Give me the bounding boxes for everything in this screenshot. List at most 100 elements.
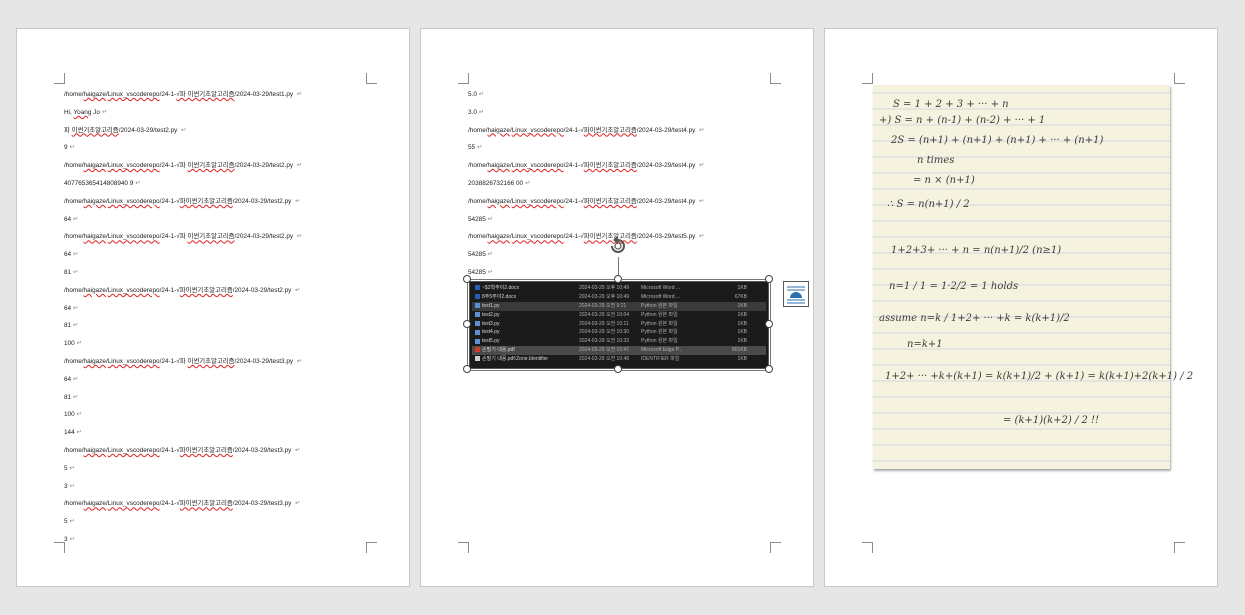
file-row: 손필기 내용.pdf:Zone.Identifier 2024-03-29 오전 … xyxy=(472,355,766,364)
word-file-icon xyxy=(475,294,480,300)
text-line[interactable]: 64 ↵ xyxy=(64,300,379,318)
text-run: /24-1-√ xyxy=(159,286,180,294)
layout-options-button[interactable] xyxy=(783,281,809,307)
paragraph-mark: ↵ xyxy=(295,197,301,205)
text-line[interactable]: 3 ↵ xyxy=(64,478,379,496)
resize-handle-br[interactable] xyxy=(765,365,773,373)
text-line[interactable]: 5 ↵ xyxy=(64,460,379,478)
text-run: /24-1-√ xyxy=(159,500,180,508)
text-line[interactable]: /home/haigaze/Linux_vscoderepo/24-1-√파이썬… xyxy=(468,122,783,140)
resize-handle-tr[interactable] xyxy=(765,275,773,283)
text-line[interactable]: /home/haigaze/Linux_vscoderepo/24-1-√파이썬… xyxy=(64,442,379,460)
resize-handle-top[interactable] xyxy=(614,275,622,283)
rotate-handle-icon[interactable] xyxy=(607,235,629,257)
layout-options-icon xyxy=(787,286,805,304)
text-line[interactable]: 파 이썬기초알고리즘/2024-03-29/test2.py ↵ xyxy=(64,122,379,140)
text-run: 81 xyxy=(64,322,72,330)
text-line[interactable]: 81 ↵ xyxy=(64,317,379,335)
text-run: 5.0 xyxy=(468,91,477,98)
text-run: /2024-03-29/test2.py xyxy=(234,162,295,170)
file-date: 2024-03-29 오전 10:11 xyxy=(579,320,629,327)
text-line[interactable]: 3.0 ↵ xyxy=(468,104,783,122)
document-page-1[interactable]: /home/haigaze/Linux_vscoderepo/24-1-√파 이… xyxy=(16,28,410,587)
text-line[interactable]: 81 ↵ xyxy=(64,389,379,407)
file-name-text: test1.py xyxy=(482,302,500,309)
text-line[interactable]: /home/haigaze/Linux_vscoderepo/24-1-√파 이… xyxy=(64,228,379,246)
misspelled-word: Linux_vscoderepo xyxy=(107,357,160,365)
file-size: 1KB xyxy=(737,320,747,327)
file-size: 1KB xyxy=(737,311,747,318)
text-line[interactable]: 64 ↵ xyxy=(64,246,379,264)
misspelled-word: haigaze xyxy=(83,162,106,170)
text-line[interactable]: 5 ↵ xyxy=(64,513,379,531)
text-run: 81 xyxy=(64,268,72,276)
text-run: /2024-03-29/test2.py xyxy=(232,197,294,205)
text-line[interactable]: 100 ↵ xyxy=(64,335,379,353)
text-run: /2024-03-29/test4.py xyxy=(636,197,698,205)
text-run: /home/ xyxy=(64,233,84,241)
paragraph-mark: ↵ xyxy=(296,162,303,170)
text-line[interactable]: Hi, Yoang Jo ↵ xyxy=(64,104,379,122)
text-run: /2024-03-29/test5.py xyxy=(636,233,698,241)
text-line[interactable]: 64 ↵ xyxy=(64,211,379,229)
resize-handle-left[interactable] xyxy=(463,320,471,328)
text-line[interactable]: /home/haigaze/Linux_vscoderepo/24-1-√파이썬… xyxy=(64,193,379,211)
handwritten-notes-image[interactable]: S = 1 + 2 + 3 + ··· + n +) S = n + (n-1) … xyxy=(873,85,1193,469)
misspelled-word: 파이썬기초알고리즘 xyxy=(583,197,637,205)
text-run: /home/ xyxy=(64,162,84,170)
page-1-text[interactable]: /home/haigaze/Linux_vscoderepo/24-1-√파 이… xyxy=(64,86,379,549)
embedded-file-explorer-image[interactable]: ~$2학주이2.docx 2024-03-29 오후 10:49 Microsoft… xyxy=(469,281,769,369)
document-page-2[interactable]: 5.0 ↵ 3.0 ↵/home/haigaze/Linux_vscoderepo/2… xyxy=(420,28,814,587)
resize-handle-bottom[interactable] xyxy=(614,365,622,373)
text-line[interactable]: 2038826732166 00 ↵ xyxy=(468,175,783,193)
text-line[interactable]: 64 ↵ xyxy=(64,371,379,389)
crop-mark xyxy=(458,73,469,84)
handwritten-line: = n × (n+1) xyxy=(913,175,975,186)
text-line[interactable]: 100 ↵ xyxy=(64,406,379,424)
file-name-text: test3.py xyxy=(482,320,500,327)
file-name-text: 8주5주이2.docx xyxy=(482,293,517,300)
text-line[interactable]: 81 ↵ xyxy=(64,264,379,282)
text-line[interactable]: /home/haigaze/Linux_vscoderepo/24-1-√파이썬… xyxy=(468,157,783,175)
handwritten-line: +) S = n + (n-1) + (n-2) + ··· + 1 xyxy=(879,115,1046,126)
text-run: /24-1- xyxy=(159,91,177,98)
paragraph-mark: ↵ xyxy=(487,215,494,223)
text-line[interactable]: 407765365414808940 9 ↵ xyxy=(64,175,379,193)
misspelled-word: haigaze xyxy=(83,446,106,454)
handwritten-line: assume n=k / 1+2+ ··· +k = k(k+1)/2 xyxy=(879,313,1070,324)
misspelled-word: haigaze xyxy=(487,162,510,170)
text-line[interactable]: /home/haigaze/Linux_vscoderepo/24-1-√파 이… xyxy=(64,157,379,175)
text-run: 3.0 xyxy=(468,108,477,116)
text-line[interactable]: 54285 ↵ xyxy=(468,211,783,229)
misspelled-word: 파이썬기초알고리즘 xyxy=(179,446,233,454)
misspelled-word: 파이썬기초알고리즘 xyxy=(179,500,233,508)
text-line[interactable]: 144 ↵ xyxy=(64,424,379,442)
resize-handle-tl[interactable] xyxy=(463,275,471,283)
document-page-3[interactable]: S = 1 + 2 + 3 + ··· + n +) S = n + (n-1) … xyxy=(824,28,1218,587)
paragraph-mark: ↵ xyxy=(73,251,79,259)
misspelled-word: haigaze xyxy=(83,91,106,98)
file-name: test5.py xyxy=(472,337,579,346)
py-file-icon xyxy=(475,329,480,335)
text-line[interactable]: /home/haigaze/Linux_vscoderepo/24-1-√파 이… xyxy=(64,86,379,104)
text-line[interactable]: /home/haigaze/Linux_vscoderepo/24-1-√파이썬… xyxy=(468,193,783,211)
misspelled-word: Linux_vscoderepo xyxy=(511,162,564,170)
text-line[interactable]: 3 ↵ xyxy=(64,531,379,549)
text-run: /2024-03-29/test3.py xyxy=(232,500,294,508)
text-line[interactable]: 9 ↵ xyxy=(64,139,379,157)
text-line[interactable]: /home/haigaze/Linux_vscoderepo/24-1-√파 이… xyxy=(64,353,379,371)
resize-handle-right[interactable] xyxy=(765,320,773,328)
text-line[interactable]: 5.0 ↵ xyxy=(468,86,783,104)
text-line[interactable]: /home/haigaze/Linux_vscoderepo/24-1-√파이썬… xyxy=(64,282,379,300)
file-size: 1KB xyxy=(737,356,747,363)
text-line[interactable]: 55 ↵ xyxy=(468,139,783,157)
paragraph-mark: ↵ xyxy=(101,108,108,116)
text-run: 54285 xyxy=(468,268,486,276)
paragraph-mark: ↵ xyxy=(69,535,75,543)
misspelled-word: Linux_vscoderepo xyxy=(107,197,160,205)
handwritten-line: 1+2+3+ ··· + n = n(n+1)/2 (n≥1) xyxy=(891,245,1062,256)
resize-handle-bl[interactable] xyxy=(463,365,471,373)
text-line[interactable]: /home/haigaze/Linux_vscoderepo/24-1-√파이썬… xyxy=(64,495,379,513)
crop-mark xyxy=(862,73,873,84)
paragraph-mark: ↵ xyxy=(477,144,483,152)
